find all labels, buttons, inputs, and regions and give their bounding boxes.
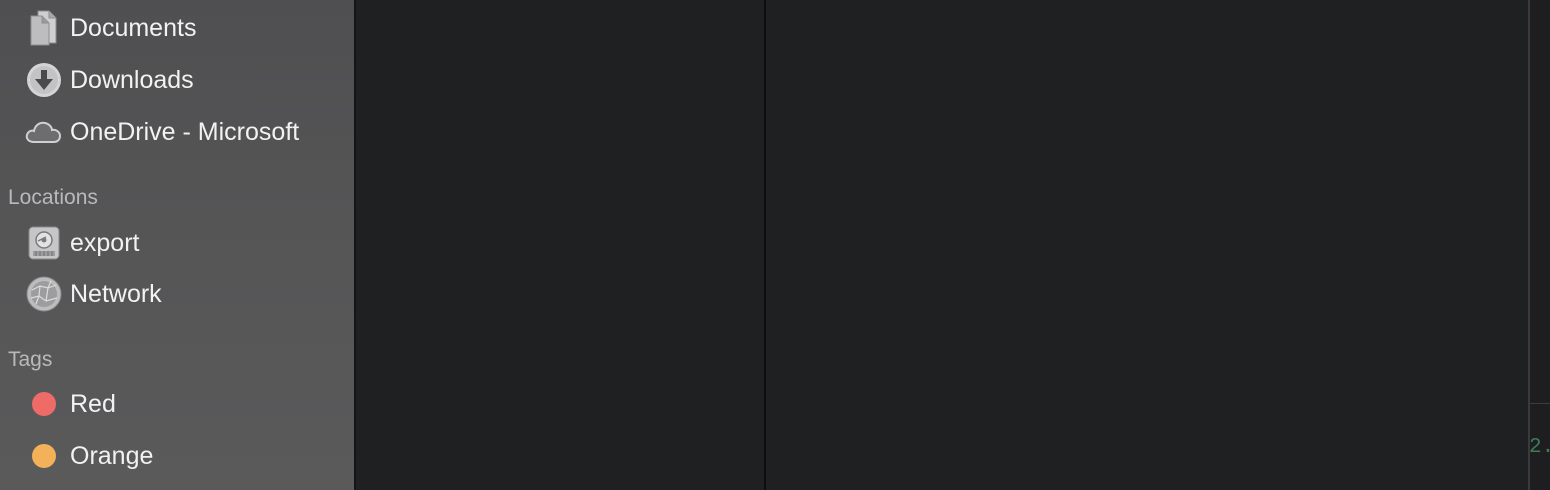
sidebar-item-label: OneDrive - Microsoft	[70, 117, 300, 146]
sidebar-item-label: Red	[70, 389, 116, 418]
locations-section-header: Locations	[8, 186, 98, 209]
orange-tag-dot-icon	[25, 437, 63, 475]
truncated-edge-text: 2.8	[1529, 436, 1550, 459]
sidebar-item-tag-orange[interactable]: Orange	[0, 434, 354, 478]
sidebar-item-label: Downloads	[70, 65, 194, 94]
cloud-icon	[25, 113, 63, 151]
finder-window: Documents Downloads OneDrive - Microsoft…	[0, 0, 1550, 490]
network-globe-icon	[25, 275, 63, 313]
browser-column-1[interactable]	[357, 0, 766, 490]
disk-icon	[25, 224, 63, 262]
sidebar-item-downloads[interactable]: Downloads	[0, 58, 354, 102]
sidebar-item-label: Orange	[70, 441, 154, 470]
red-tag-dot-icon	[25, 385, 63, 423]
sidebar-item-network[interactable]: Network	[0, 272, 354, 316]
sidebar-item-tag-red[interactable]: Red	[0, 382, 354, 426]
sidebar-item-export[interactable]: export	[0, 221, 354, 265]
sidebar-item-label: Network	[70, 279, 162, 308]
download-icon	[25, 61, 63, 99]
sidebar-item-label: Documents	[70, 13, 197, 42]
sidebar-item-documents[interactable]: Documents	[0, 6, 354, 50]
browser-column-2[interactable]	[768, 0, 1528, 490]
document-icon	[25, 9, 63, 47]
tags-section-header: Tags	[8, 348, 53, 371]
sidebar: Documents Downloads OneDrive - Microsoft…	[0, 0, 356, 490]
right-edge-panel	[1528, 0, 1550, 490]
sidebar-item-onedrive[interactable]: OneDrive - Microsoft	[0, 110, 354, 154]
sidebar-item-label: export	[70, 228, 140, 257]
panel-divider	[1530, 403, 1550, 404]
